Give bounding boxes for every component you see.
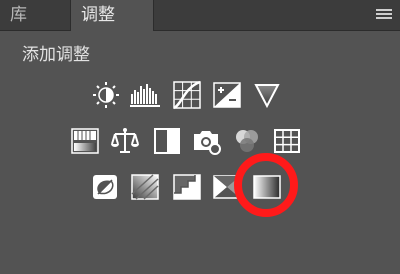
black-white-icon[interactable] [152, 126, 182, 156]
photo-filter-icon[interactable] [192, 126, 222, 156]
invert-icon[interactable] [90, 172, 120, 202]
highlight-circle-annotation [234, 153, 298, 217]
panel-tab-bar: 库 调整 [0, 0, 400, 31]
curves-icon[interactable] [172, 80, 202, 110]
color-lookup-icon[interactable] [272, 126, 302, 156]
channel-mixer-icon[interactable] [232, 126, 262, 156]
tab-adjustments[interactable]: 调整 [70, 0, 154, 31]
threshold-icon[interactable] [172, 172, 202, 202]
adjustments-panel: 库 调整 添加调整 [0, 0, 400, 274]
color-balance-icon[interactable] [110, 126, 140, 156]
panel-menu-icon[interactable] [376, 9, 392, 21]
brightness-contrast-icon[interactable] [91, 80, 121, 110]
hue-saturation-icon[interactable] [70, 126, 100, 156]
tab-library[interactable]: 库 [0, 0, 68, 30]
exposure-icon[interactable] [212, 80, 242, 110]
posterize-icon[interactable] [130, 172, 160, 202]
levels-icon[interactable] [130, 80, 160, 110]
add-adjustment-heading: 添加调整 [22, 45, 90, 65]
vibrance-icon[interactable] [252, 80, 282, 110]
